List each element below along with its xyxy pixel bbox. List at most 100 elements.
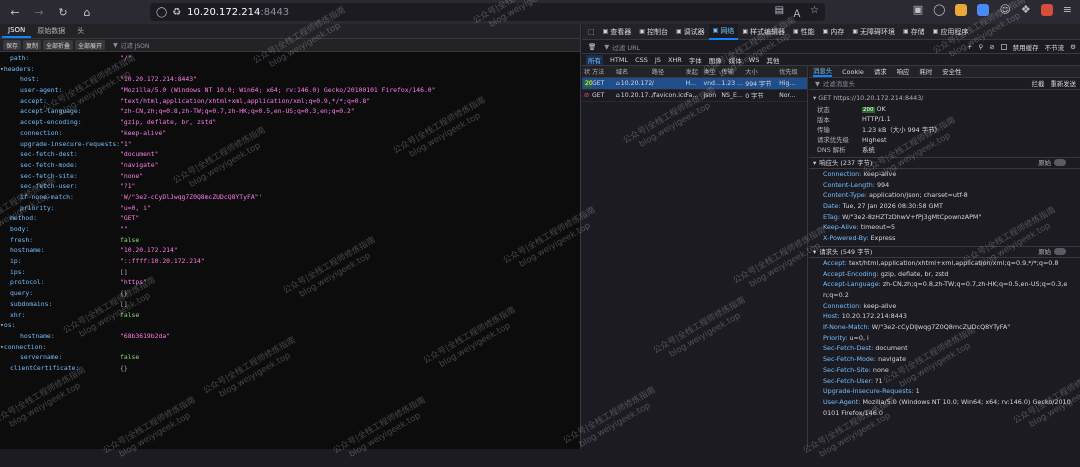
detail-tab-2[interactable]: 请求 bbox=[874, 67, 887, 76]
block-button[interactable]: 拦截 bbox=[1032, 79, 1045, 88]
json-row: method: "GET" bbox=[0, 213, 580, 224]
tab-application[interactable]: ▣ 应用程序 bbox=[929, 24, 973, 40]
json-value: "10.20.172.214:8443" bbox=[120, 75, 197, 84]
tab-console[interactable]: ▣ 控制台 bbox=[635, 24, 672, 40]
json-key[interactable]: headers: bbox=[4, 64, 124, 75]
save-button[interactable]: 保存 bbox=[3, 40, 22, 50]
column-header[interactable]: 域名 bbox=[616, 67, 652, 76]
bookmark-star-icon[interactable]: ☆ bbox=[810, 5, 819, 20]
summary-value: 系统 bbox=[862, 145, 875, 154]
header-row: If-None-Match: W/"3e2-cCyDlJwqg7Z0Q8mcZU… bbox=[809, 322, 1080, 333]
lock-icon[interactable]: ♻ bbox=[172, 7, 181, 18]
tab-accessibility[interactable]: ▣ 无障碍环境 bbox=[848, 24, 899, 40]
json-key[interactable]: connection: bbox=[4, 342, 124, 353]
account-icon[interactable]: ☺ bbox=[999, 3, 1010, 16]
column-header[interactable]: 优先级 bbox=[779, 67, 807, 76]
tab-json[interactable]: JSON bbox=[2, 24, 32, 38]
reader-view-icon[interactable]: ▤ bbox=[775, 5, 784, 20]
type-filter-7[interactable]: 媒体 bbox=[729, 55, 742, 65]
json-row: fresh: false bbox=[0, 235, 580, 246]
detail-tab-0[interactable]: 消息头 bbox=[813, 66, 833, 77]
summary-value-text: HTTP/1.1 bbox=[862, 115, 891, 124]
chevron-down-icon[interactable]: ▾ bbox=[813, 94, 816, 102]
search-icon[interactable]: ⚲ bbox=[978, 43, 983, 51]
json-tree: path: "/" ▾ headers: host: "10.20.172.214:84… bbox=[0, 52, 580, 374]
request-row[interactable]: ⊘ GET ⌂10.20.17.../favicon.ico Fa... json NS_… bbox=[582, 90, 807, 102]
puzzle-icon[interactable]: ❖ bbox=[1021, 3, 1031, 16]
request-path: / bbox=[651, 80, 654, 87]
copy-button[interactable]: 复制 bbox=[23, 40, 42, 50]
detail-tab-3[interactable]: 响应 bbox=[897, 67, 910, 76]
resend-button[interactable]: 重新发送 bbox=[1050, 79, 1076, 88]
request-headers-section[interactable]: ▾ 请求头 (549 字节) 原始 bbox=[809, 245, 1080, 258]
tab-storage[interactable]: ▣ 存储 bbox=[899, 24, 929, 40]
trash-icon[interactable]: 🗑 bbox=[588, 43, 596, 51]
raw-toggle[interactable] bbox=[1054, 159, 1066, 167]
forward-icon[interactable]: → bbox=[30, 3, 48, 21]
column-header[interactable]: 发起 bbox=[686, 67, 704, 76]
type-filter-2[interactable]: CSS bbox=[635, 56, 648, 64]
type-filter-9[interactable]: 其他 bbox=[766, 55, 779, 65]
request-domain-text: 10.20.172.214:... bbox=[620, 80, 652, 87]
throttle-select[interactable]: 不节流 bbox=[1045, 42, 1065, 52]
json-value: {} bbox=[120, 289, 128, 298]
column-header[interactable]: 方法 bbox=[592, 67, 616, 76]
tab-memory[interactable]: ▣ 内存 bbox=[819, 24, 849, 40]
type-filter-3[interactable]: JS bbox=[655, 56, 661, 64]
json-value: "" bbox=[120, 225, 128, 233]
column-header[interactable]: 路径 bbox=[652, 67, 686, 76]
menu-icon[interactable]: ≡ bbox=[1063, 3, 1072, 16]
extension-chrome-icon[interactable] bbox=[955, 3, 968, 16]
add-icon[interactable]: + bbox=[967, 43, 972, 51]
url-bar[interactable]: ◯ ♻ 10.20.172.214:8443 ▤ Ａ ☆ bbox=[150, 3, 825, 21]
json-filter[interactable]: ▼ 过滤 JSON bbox=[113, 41, 149, 50]
tab-headers[interactable]: 头 bbox=[71, 24, 90, 38]
detail-tab-5[interactable]: 安全性 bbox=[942, 67, 961, 76]
request-row[interactable]: 200GET ⌂10.20.172.214:.../ H... vnd...1.23 … bbox=[582, 78, 807, 90]
tab-performance[interactable]: ▣ 性能 bbox=[789, 24, 819, 40]
collapse-all-button[interactable]: 全部折叠 bbox=[43, 40, 74, 50]
devtools-tab-label: 调试器 bbox=[683, 27, 705, 36]
profile-icon[interactable]: ◯ bbox=[933, 3, 945, 16]
extension-g-icon[interactable] bbox=[977, 3, 990, 16]
column-header[interactable]: 状 bbox=[582, 67, 592, 76]
tab-style-editor[interactable]: ▣ 样式编辑器 bbox=[738, 24, 789, 40]
detail-tab-4[interactable]: 耗时 bbox=[919, 67, 932, 76]
request-domain: ⌂10.20.172.214:... bbox=[616, 80, 652, 87]
type-filter-5[interactable]: 字体 bbox=[689, 55, 702, 65]
settings-gear-icon[interactable]: ⚙ bbox=[1070, 43, 1076, 51]
home-icon[interactable]: ⌂ bbox=[78, 3, 96, 21]
detail-tab-1[interactable]: Cookie bbox=[842, 68, 864, 76]
type-filter-8[interactable]: WS bbox=[749, 56, 760, 64]
column-header[interactable]: 类型 bbox=[703, 67, 721, 76]
column-header[interactable]: 大小 bbox=[745, 67, 779, 76]
json-key: xhr: bbox=[10, 310, 26, 319]
back-icon[interactable]: ← bbox=[6, 3, 24, 21]
filter-url-input[interactable]: 过滤 URL bbox=[612, 42, 640, 52]
type-filter-4[interactable]: XHR bbox=[668, 56, 682, 64]
type-filter-6[interactable]: 图像 bbox=[709, 55, 722, 65]
raw-toggle[interactable] bbox=[1054, 248, 1066, 256]
filter-headers-input[interactable]: 过滤消息头 bbox=[823, 79, 855, 88]
response-headers-section[interactable]: ▾ 响应头 (237 字节) 原始 bbox=[809, 156, 1080, 169]
json-key: body: bbox=[10, 225, 30, 233]
translate-icon[interactable]: Ａ bbox=[792, 5, 802, 20]
disable-cache-checkbox[interactable] bbox=[1000, 43, 1007, 50]
block-icon[interactable]: ⊘ bbox=[989, 43, 994, 51]
pocket-icon[interactable]: ▣ bbox=[913, 3, 923, 16]
tab-network[interactable]: ▣ 网络 bbox=[708, 23, 739, 40]
column-header[interactable]: 传输 bbox=[721, 67, 745, 76]
type-filter-0[interactable]: 所有 bbox=[586, 54, 603, 65]
type-filter-1[interactable]: HTML bbox=[610, 56, 628, 64]
tab-debugger[interactable]: ▣ 调试器 bbox=[672, 24, 709, 40]
extension-red-icon[interactable] bbox=[1040, 3, 1053, 16]
reload-icon[interactable]: ↻ bbox=[54, 3, 72, 21]
element-picker-icon[interactable]: ⬚ bbox=[584, 24, 599, 40]
header-value: 10.20.172.214:8443 bbox=[841, 312, 907, 321]
tab-raw-data[interactable]: 原始数据 bbox=[31, 24, 71, 38]
shield-icon[interactable]: ◯ bbox=[156, 7, 167, 18]
json-key[interactable]: os: bbox=[4, 320, 124, 331]
expand-all-button[interactable]: 全部展开 bbox=[75, 40, 106, 50]
json-row: protocol: "https" bbox=[0, 277, 580, 288]
tab-inspector[interactable]: ▣ 查看器 bbox=[599, 24, 636, 40]
